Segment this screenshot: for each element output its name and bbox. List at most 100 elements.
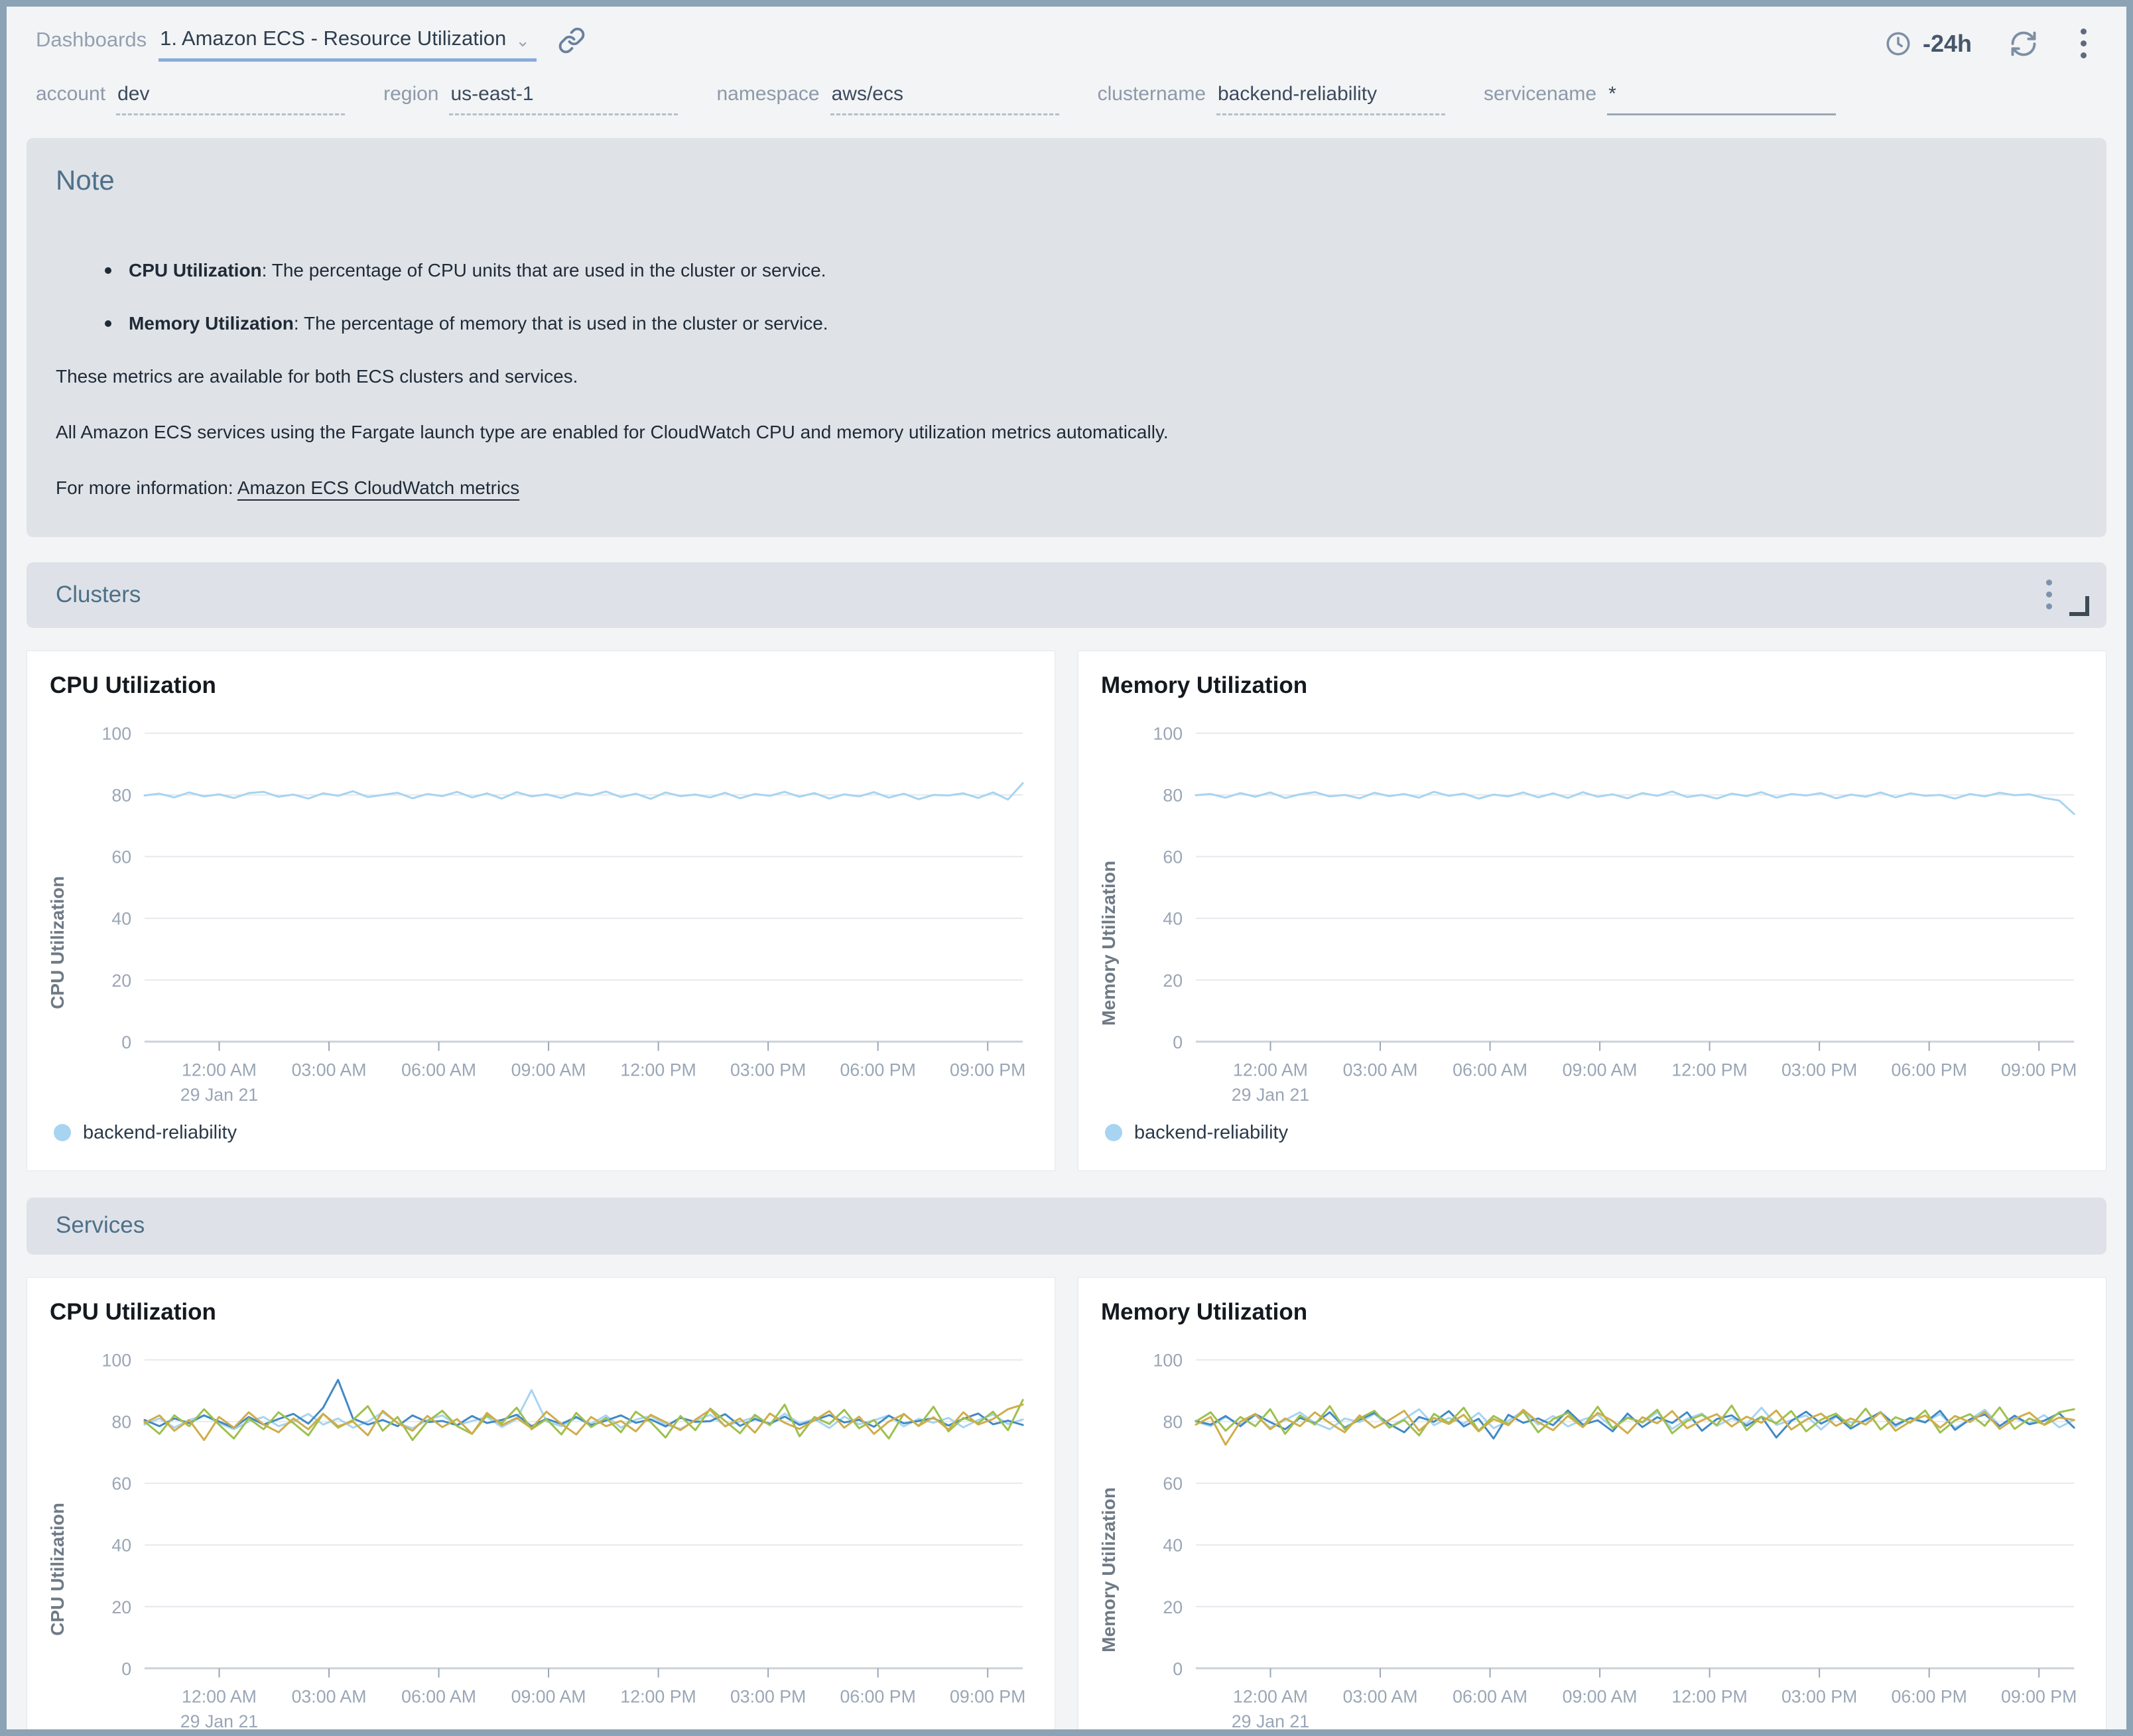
svg-text:60: 60	[1163, 847, 1183, 867]
filter-bar: account dev region us-east-1 namespace a…	[7, 75, 2126, 133]
svg-text:03:00 PM: 03:00 PM	[1781, 1060, 1857, 1080]
filter-clustername-input[interactable]: backend-reliability	[1216, 82, 1445, 115]
services-charts-row: CPU UtilizationCPU Utilization0204060801…	[27, 1277, 2106, 1736]
svg-text:40: 40	[111, 909, 131, 929]
svg-text:20: 20	[1163, 1597, 1183, 1617]
legend-dot-icon	[1105, 1124, 1122, 1141]
svg-text:09:00 PM: 09:00 PM	[950, 1060, 1025, 1080]
y-axis-label: CPU Utilization	[47, 1343, 76, 1736]
filter-namespace: namespace aws/ecs	[716, 82, 1059, 115]
filter-namespace-input[interactable]: aws/ecs	[830, 82, 1059, 115]
svg-text:06:00 AM: 06:00 AM	[1453, 1686, 1527, 1706]
svg-text:06:00 PM: 06:00 PM	[1891, 1686, 1967, 1706]
note-paragraph: All Amazon ECS services using the Fargat…	[56, 422, 2077, 443]
filter-region: region us-east-1	[383, 82, 678, 115]
filter-label: account	[36, 82, 105, 105]
svg-text:80: 80	[111, 786, 131, 806]
svg-text:03:00 PM: 03:00 PM	[1781, 1686, 1857, 1706]
note-panel: Note CPU Utilization: The percentage of …	[27, 138, 2106, 537]
breadcrumb: Dashboards	[36, 25, 147, 52]
chart-plot-area[interactable]: 02040608010012:00 AM29 Jan 2103:00 AM06:…	[76, 1343, 1035, 1736]
svg-text:09:00 AM: 09:00 AM	[511, 1686, 586, 1706]
svg-text:29 Jan 21: 29 Jan 21	[1232, 1711, 1309, 1731]
note-bullet-cpu: CPU Utilization: The percentage of CPU u…	[105, 260, 2077, 281]
more-options-kebab-icon[interactable]	[2075, 26, 2092, 61]
svg-text:03:00 PM: 03:00 PM	[730, 1686, 806, 1706]
svg-text:100: 100	[1153, 1350, 1183, 1370]
svg-text:03:00 AM: 03:00 AM	[1343, 1686, 1418, 1706]
svg-text:06:00 AM: 06:00 AM	[401, 1686, 476, 1706]
svg-text:20: 20	[111, 1597, 131, 1617]
share-link-icon[interactable]	[558, 25, 586, 54]
section-title: Clusters	[56, 582, 141, 608]
svg-text:09:00 AM: 09:00 AM	[1563, 1686, 1638, 1706]
legend-item-backend-reliability[interactable]: backend-reliability	[54, 1122, 237, 1144]
chart-legend: backend-reliability	[1098, 1110, 2086, 1161]
chart-title: Memory Utilization	[1101, 672, 2086, 699]
svg-text:06:00 AM: 06:00 AM	[1453, 1060, 1527, 1080]
clock-icon	[1884, 30, 1912, 58]
svg-text:100: 100	[1153, 724, 1183, 744]
filter-servicename-input[interactable]: *	[1607, 82, 1836, 115]
filter-servicename: servicename *	[1484, 82, 1836, 115]
note-bullet-memory: Memory Utilization: The percentage of me…	[105, 313, 2077, 334]
svg-text:60: 60	[111, 1474, 131, 1494]
svg-text:0: 0	[121, 1032, 131, 1052]
svg-text:03:00 AM: 03:00 AM	[1343, 1060, 1418, 1080]
chart-panel-services-cpu: CPU UtilizationCPU Utilization0204060801…	[27, 1277, 1055, 1736]
svg-text:80: 80	[1163, 786, 1183, 806]
svg-text:12:00 AM: 12:00 AM	[1233, 1060, 1308, 1080]
svg-text:09:00 PM: 09:00 PM	[950, 1686, 1025, 1706]
filter-label: namespace	[716, 82, 819, 105]
refresh-icon[interactable]	[2009, 29, 2038, 58]
note-paragraph: These metrics are available for both ECS…	[56, 366, 2077, 387]
svg-text:29 Jan 21: 29 Jan 21	[1232, 1085, 1309, 1105]
svg-text:40: 40	[111, 1536, 131, 1556]
svg-text:09:00 PM: 09:00 PM	[2001, 1060, 2077, 1080]
chart-plot-area[interactable]: 02040608010012:00 AM29 Jan 2103:00 AM06:…	[1128, 716, 2086, 1110]
svg-text:06:00 AM: 06:00 AM	[401, 1060, 476, 1080]
section-title: Services	[56, 1212, 145, 1239]
cloudwatch-metrics-link[interactable]: Amazon ECS CloudWatch metrics	[237, 477, 519, 498]
dashboard-title-dropdown[interactable]: 1. Amazon ECS - Resource Utilization ⌄	[159, 25, 537, 62]
svg-text:0: 0	[121, 1659, 131, 1679]
chart-title: CPU Utilization	[50, 1299, 1035, 1326]
note-more-info: For more information: Amazon ECS CloudWa…	[56, 477, 2077, 499]
filter-region-input[interactable]: us-east-1	[449, 82, 678, 115]
svg-text:12:00 AM: 12:00 AM	[182, 1686, 257, 1706]
top-bar: Dashboards 1. Amazon ECS - Resource Util…	[7, 7, 2126, 75]
resize-corner-handle[interactable]	[2069, 596, 2089, 616]
svg-text:0: 0	[1173, 1032, 1183, 1052]
chart-panel-services-memory: Memory UtilizationMemory Utilization0204…	[1078, 1277, 2106, 1736]
svg-text:29 Jan 21: 29 Jan 21	[180, 1085, 258, 1105]
series-line-backend-reliability	[145, 783, 1023, 800]
y-axis-label: Memory Utilization	[1098, 716, 1128, 1110]
filter-account-input[interactable]: dev	[116, 82, 345, 115]
svg-text:12:00 PM: 12:00 PM	[620, 1060, 696, 1080]
svg-text:09:00 AM: 09:00 AM	[511, 1060, 586, 1080]
svg-text:12:00 AM: 12:00 AM	[182, 1060, 257, 1080]
chart-title: Memory Utilization	[1101, 1299, 2086, 1326]
clusters-charts-row: CPU UtilizationCPU Utilization0204060801…	[27, 651, 2106, 1171]
chart-panel-clusters-memory: Memory UtilizationMemory Utilization0204…	[1078, 651, 2106, 1171]
chevron-down-icon: ⌄	[515, 28, 530, 49]
svg-text:100: 100	[102, 1350, 132, 1370]
legend-item-backend-reliability[interactable]: backend-reliability	[1105, 1122, 1288, 1144]
svg-text:60: 60	[1163, 1474, 1183, 1494]
bullet-dot	[105, 267, 111, 274]
svg-text:40: 40	[1163, 909, 1183, 929]
series-line-slservice-backend-reliability	[145, 1390, 1023, 1429]
chart-plot-area[interactable]: 02040608010012:00 AM29 Jan 2103:00 AM06:…	[76, 716, 1035, 1110]
svg-text:06:00 PM: 06:00 PM	[840, 1686, 915, 1706]
section-kebab-icon[interactable]	[2041, 577, 2057, 612]
time-range-button[interactable]: -24h	[1884, 30, 1972, 58]
page-title: 1. Amazon ECS - Resource Utilization	[160, 27, 506, 50]
svg-text:12:00 PM: 12:00 PM	[620, 1686, 696, 1706]
svg-text:03:00 AM: 03:00 AM	[292, 1060, 367, 1080]
time-range-value: -24h	[1923, 30, 1972, 58]
chart-panel-clusters-cpu: CPU UtilizationCPU Utilization0204060801…	[27, 651, 1055, 1171]
note-title: Note	[56, 164, 2077, 196]
legend-dot-icon	[54, 1124, 71, 1141]
chart-plot-area[interactable]: 02040608010012:00 AM29 Jan 2103:00 AM06:…	[1128, 1343, 2086, 1736]
legend-label: backend-reliability	[1134, 1122, 1288, 1144]
